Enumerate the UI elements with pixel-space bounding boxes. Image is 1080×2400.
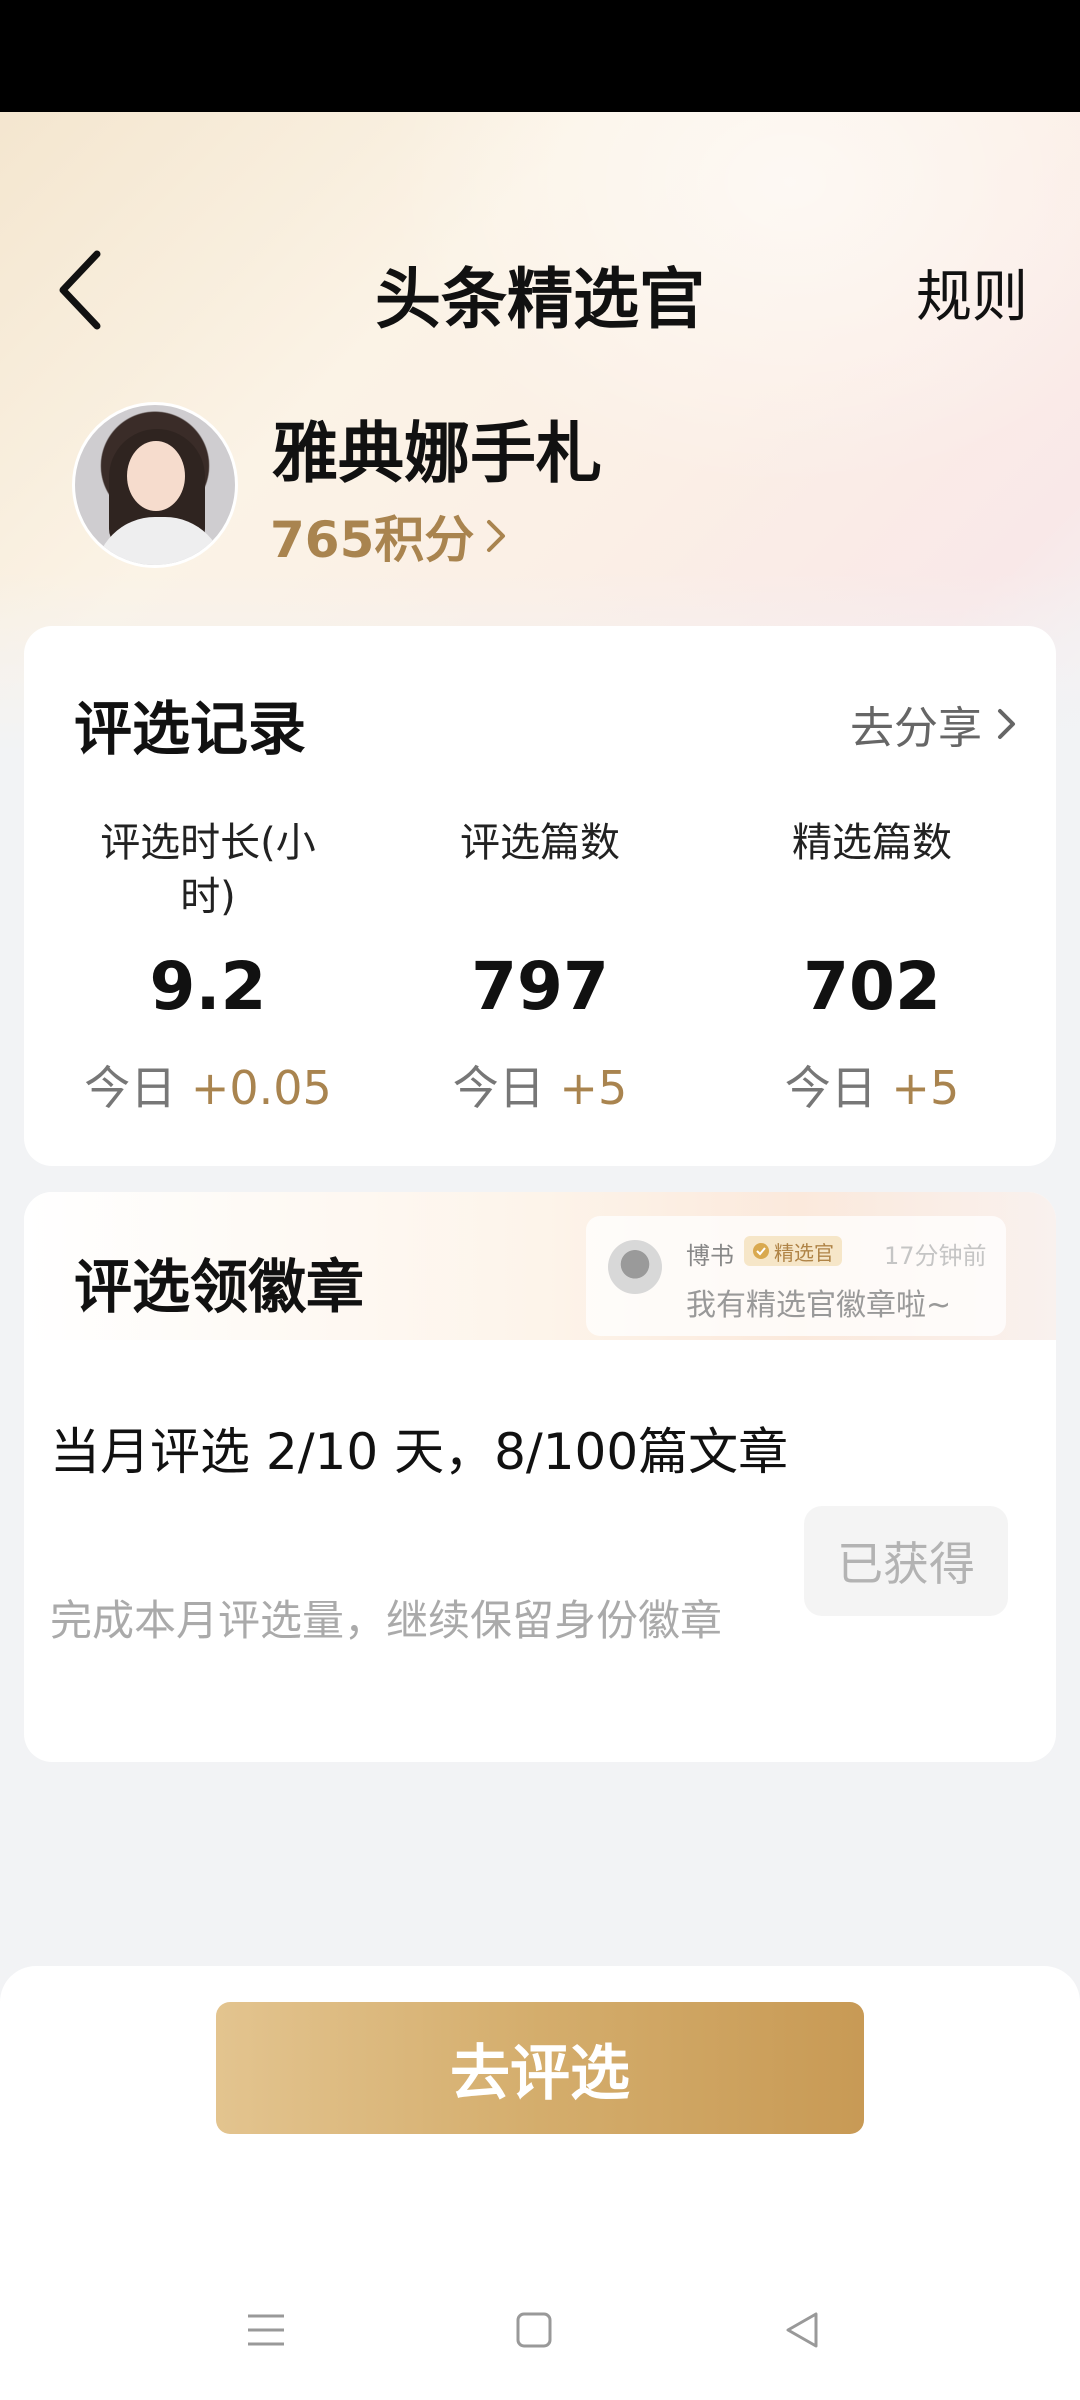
stat-value: 797	[471, 948, 609, 1025]
curator-badge: 精选官	[744, 1236, 842, 1266]
toast-message: 我有精选官徽章啦~	[686, 1288, 952, 1323]
stat-label: 评选时长(小时)	[100, 820, 316, 920]
nav-home-button[interactable]	[504, 2300, 564, 2360]
today-delta: +5	[559, 1061, 628, 1115]
points-link[interactable]: 765积分	[270, 500, 508, 572]
today-delta: +5	[891, 1061, 960, 1115]
back-triangle-icon	[786, 2312, 818, 2348]
nav-back-button[interactable]	[772, 2300, 832, 2360]
today-prefix: 今日	[452, 1061, 545, 1115]
avatar[interactable]	[72, 402, 238, 568]
check-circle-icon	[753, 1243, 769, 1259]
today-delta: +0.05	[190, 1061, 332, 1115]
status-bar	[0, 0, 1080, 112]
menu-icon	[248, 2314, 284, 2346]
obtained-button[interactable]: 已获得	[804, 1506, 1008, 1616]
keep-badge-hint: 完成本月评选量，继续保留身份徽章	[50, 1596, 723, 1645]
avatar	[608, 1240, 662, 1294]
toast-time: 17分钟前	[884, 1242, 987, 1270]
stat-featured-count: 精选篇数 702 今日 +5	[722, 816, 1022, 1116]
rules-link[interactable]: 规则	[916, 252, 1028, 333]
user-name: 雅典娜手札	[272, 415, 602, 492]
stat-today: 今日 +5	[390, 1052, 690, 1118]
activity-toast: 博书 精选官 17分钟前 我有精选官徽章啦~	[586, 1216, 1006, 1336]
stat-label: 评选篇数	[460, 820, 620, 866]
share-link[interactable]: 去分享	[850, 692, 1018, 756]
badge-card-title: 评选领徽章	[74, 1253, 365, 1321]
stat-today: 今日 +0.05	[58, 1052, 358, 1118]
stat-label: 精选篇数	[792, 820, 952, 866]
home-square-icon	[516, 2312, 552, 2348]
today-prefix: 今日	[784, 1061, 877, 1115]
stat-review-count: 评选篇数 797 今日 +5	[390, 816, 690, 1116]
monthly-progress-text: 当月评选 2/10 天，8/100篇文章	[50, 1423, 789, 1481]
points-text: 765积分	[270, 511, 475, 569]
stat-review-hours: 评选时长(小时) 9.2 今日 +0.05	[58, 816, 358, 1116]
stat-value: 9.2	[149, 948, 267, 1025]
chevron-right-icon	[487, 520, 506, 552]
share-label: 去分享	[850, 703, 982, 754]
toast-user: 博书	[686, 1242, 734, 1270]
stat-value: 702	[803, 948, 941, 1025]
stat-today: 今日 +5	[722, 1052, 1022, 1118]
badge-label: 精选官	[774, 1240, 834, 1265]
record-card-title: 评选记录	[74, 695, 307, 763]
nav-menu-button[interactable]	[236, 2300, 296, 2360]
chevron-right-icon	[998, 709, 1015, 739]
go-review-button[interactable]: 去评选	[216, 2002, 864, 2134]
today-prefix: 今日	[84, 1061, 177, 1115]
